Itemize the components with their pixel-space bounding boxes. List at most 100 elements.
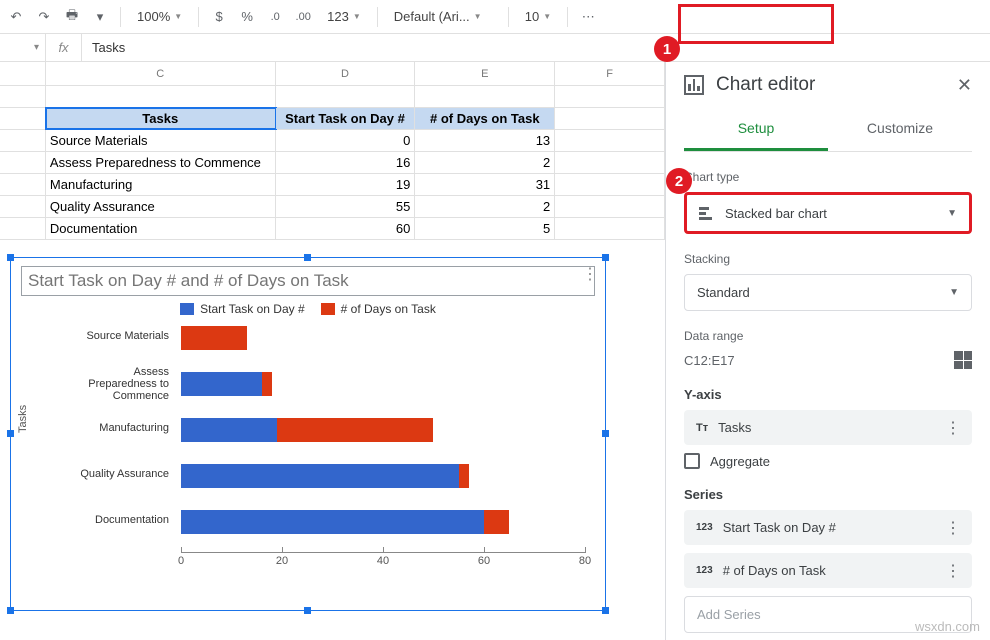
embedded-chart[interactable]: ⋮ Start Task on Day # and # of Days on T… xyxy=(10,257,606,611)
bar-segment[interactable] xyxy=(181,372,262,396)
fx-icon: fx xyxy=(46,34,82,61)
currency-format[interactable]: $ xyxy=(209,7,229,27)
close-icon[interactable]: ✕ xyxy=(957,75,972,96)
undo-icon[interactable]: ↶ xyxy=(6,7,26,27)
table-row[interactable]: Source Materials013 xyxy=(0,130,665,152)
data-range-value[interactable]: C12:E17 xyxy=(684,353,735,368)
toolbar: ↶ ↷ 🖶 ▾ 100%▼ $ % .0 .00 123▼ Default (A… xyxy=(0,0,990,34)
paint-format-icon[interactable]: ▾ xyxy=(90,7,110,27)
font-select[interactable]: Default (Ari...▼ xyxy=(388,7,498,26)
col-E[interactable]: E xyxy=(415,62,555,85)
table-row[interactable]: Assess Preparedness to Commence162 xyxy=(0,152,665,174)
header-days[interactable]: # of Days on Task xyxy=(415,108,555,129)
y-axis-label: Tasks xyxy=(17,405,29,433)
bar-segment[interactable] xyxy=(181,464,459,488)
col-C[interactable]: C xyxy=(46,62,276,85)
cell-task[interactable]: Source Materials xyxy=(46,130,276,151)
checkbox-icon xyxy=(684,453,700,469)
cell-days[interactable]: 31 xyxy=(415,174,555,195)
category-label: Documentation xyxy=(51,514,175,526)
yaxis-field[interactable]: Tᴛ Tasks ⋮ xyxy=(684,410,972,445)
data-range-picker-icon[interactable] xyxy=(954,351,972,369)
decrease-decimal[interactable]: .0 xyxy=(265,7,285,27)
chart-type-label: Chart type xyxy=(684,170,972,184)
cell-days[interactable]: 2 xyxy=(415,152,555,173)
cell-start[interactable]: 19 xyxy=(276,174,416,195)
bar-segment[interactable] xyxy=(262,372,272,396)
cell-task[interactable]: Quality Assurance xyxy=(46,196,276,217)
cell-task[interactable]: Manufacturing xyxy=(46,174,276,195)
bar-segment[interactable] xyxy=(181,510,484,534)
cell-days[interactable]: 13 xyxy=(415,130,555,151)
zoom-select[interactable]: 100%▼ xyxy=(131,7,188,26)
cell-start[interactable]: 60 xyxy=(276,218,416,239)
table-row xyxy=(0,86,665,108)
fontsize-select[interactable]: 10▼ xyxy=(519,7,557,26)
tab-setup[interactable]: Setup xyxy=(684,108,828,151)
col-D[interactable]: D xyxy=(276,62,416,85)
tab-customize[interactable]: Customize xyxy=(828,108,972,151)
series-item-2[interactable]: 123 # of Days on Task ⋮ xyxy=(684,553,972,588)
x-tick: 80 xyxy=(579,555,591,567)
watermark: wsxdn.com xyxy=(915,619,980,634)
bar-segment[interactable] xyxy=(277,418,434,442)
spreadsheet-area[interactable]: C D E F Tasks Start Task on Day # # of D… xyxy=(0,62,666,640)
stacking-select[interactable]: Standard ▼ xyxy=(684,274,972,311)
percent-format[interactable]: % xyxy=(237,7,257,27)
series-item-1[interactable]: 123 Start Task on Day # ⋮ xyxy=(684,510,972,545)
more-icon[interactable]: ⋮ xyxy=(945,418,962,438)
legend-swatch-blue xyxy=(180,303,194,315)
stacked-bar-icon xyxy=(699,205,715,221)
col-F[interactable]: F xyxy=(555,62,665,85)
header-start[interactable]: Start Task on Day # xyxy=(276,108,416,129)
redo-icon[interactable]: ↷ xyxy=(34,7,54,27)
cell-days[interactable]: 5 xyxy=(415,218,555,239)
cell-start[interactable]: 16 xyxy=(276,152,416,173)
x-tick: 20 xyxy=(276,555,288,567)
more-toolbar-icon[interactable]: ⋯ xyxy=(578,7,598,27)
chart-editor-panel: Chart editor ✕ Setup Customize Chart typ… xyxy=(666,62,990,640)
series-label: Series xyxy=(684,487,972,502)
cell-task[interactable]: Documentation xyxy=(46,218,276,239)
chevron-down-icon: ▼ xyxy=(949,287,959,298)
data-range-label: Data range xyxy=(684,329,972,343)
print-icon[interactable]: 🖶 xyxy=(62,7,82,27)
chart-menu-icon[interactable]: ⋮ xyxy=(582,264,599,284)
increase-decimal[interactable]: .00 xyxy=(293,7,313,27)
header-tasks[interactable]: Tasks xyxy=(46,108,276,129)
chart-type-select[interactable]: Stacked bar chart ▼ xyxy=(684,192,972,234)
cell-task[interactable]: Assess Preparedness to Commence xyxy=(46,152,276,173)
cell-start[interactable]: 0 xyxy=(276,130,416,151)
x-tick: 40 xyxy=(377,555,389,567)
table-row[interactable]: Documentation605 xyxy=(0,218,665,240)
annotation-circle-2: 2 xyxy=(666,168,692,194)
yaxis-label: Y-axis xyxy=(684,387,972,402)
more-icon[interactable]: ⋮ xyxy=(945,518,962,538)
chart-editor-title: Chart editor xyxy=(716,74,815,96)
more-icon[interactable]: ⋮ xyxy=(945,561,962,581)
number-format[interactable]: 123▼ xyxy=(321,7,367,26)
editor-tabs: Setup Customize xyxy=(684,108,972,152)
stacking-label: Stacking xyxy=(684,252,972,266)
category-label: Quality Assurance xyxy=(51,468,175,480)
table-row[interactable]: Manufacturing1931 xyxy=(0,174,665,196)
category-label: Manufacturing xyxy=(51,422,175,434)
bar-segment[interactable] xyxy=(459,464,469,488)
bar-segment[interactable] xyxy=(484,510,509,534)
aggregate-checkbox[interactable]: Aggregate xyxy=(684,453,972,469)
namebox[interactable]: ▾ xyxy=(0,34,46,61)
chart-editor-icon xyxy=(684,75,704,95)
bar-segment[interactable] xyxy=(181,418,277,442)
category-label: Assess Preparedness toCommence xyxy=(51,366,175,402)
formula-value[interactable]: Tasks xyxy=(82,40,125,55)
x-tick: 60 xyxy=(478,555,490,567)
chart-plot: Tasks 020406080 Source MaterialsAssess P… xyxy=(51,322,595,572)
x-tick: 0 xyxy=(178,555,184,567)
legend-swatch-red xyxy=(321,303,335,315)
table-row[interactable]: Quality Assurance552 xyxy=(0,196,665,218)
chart-title[interactable]: Start Task on Day # and # of Days on Tas… xyxy=(21,266,595,296)
bar-segment[interactable] xyxy=(181,326,247,350)
cell-start[interactable]: 55 xyxy=(276,196,416,217)
table-header-row[interactable]: Tasks Start Task on Day # # of Days on T… xyxy=(0,108,665,130)
cell-days[interactable]: 2 xyxy=(415,196,555,217)
